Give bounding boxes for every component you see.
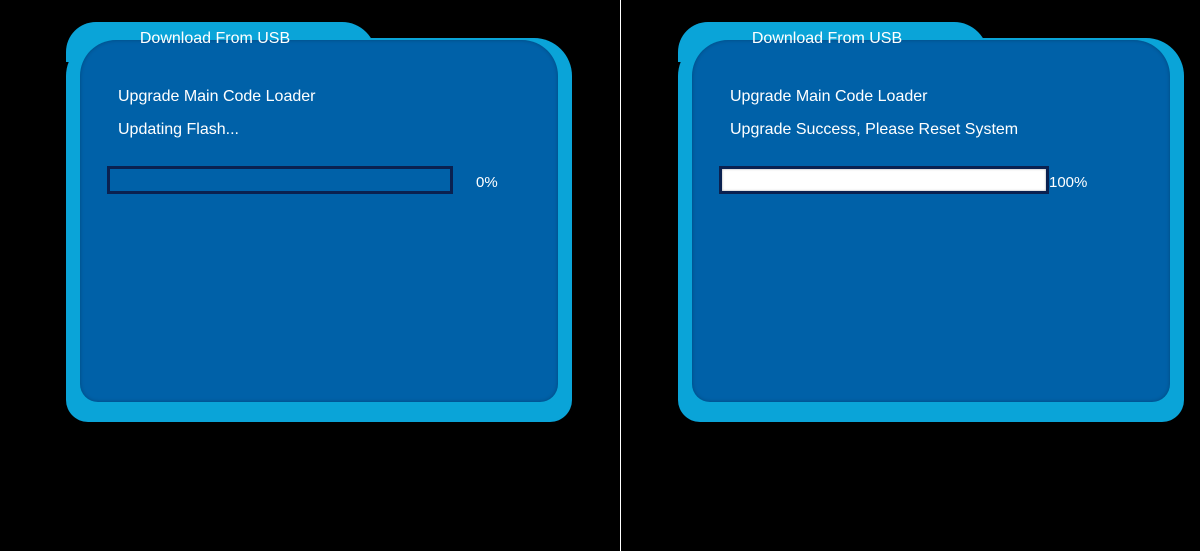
screen-left: Download From USB Upgrade Main Code Load… xyxy=(0,0,600,551)
operation-label: Upgrade Main Code Loader xyxy=(118,88,316,105)
progress-percent: 0% xyxy=(476,174,498,191)
operation-label: Upgrade Main Code Loader xyxy=(730,88,928,105)
dialog-title: Download From USB xyxy=(139,30,291,47)
progress-bar xyxy=(107,166,453,194)
status-message: Updating Flash... xyxy=(118,121,239,138)
screen-right: Download From USB Upgrade Main Code Load… xyxy=(612,0,1200,551)
progress-bar-fill xyxy=(722,169,1046,191)
progress-bar xyxy=(719,166,1049,194)
dialog-title: Download From USB xyxy=(751,30,903,47)
status-message: Upgrade Success, Please Reset System xyxy=(730,121,1019,138)
progress-percent: 100% xyxy=(1049,174,1088,191)
